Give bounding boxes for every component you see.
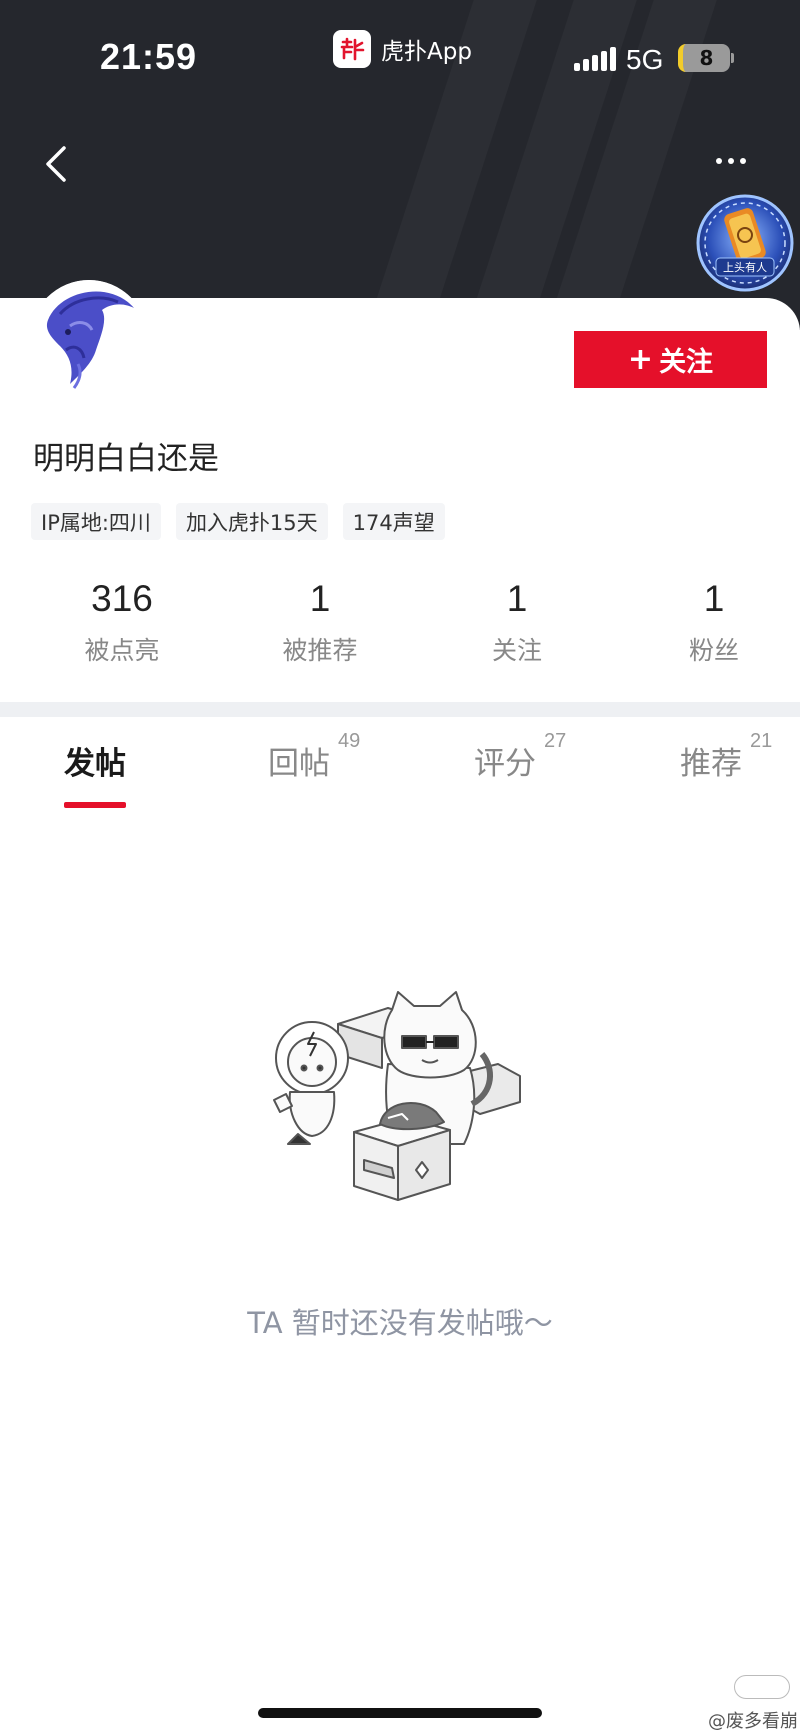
status-time: 21:59 [100,36,198,77]
tab-label: 评分 [474,746,536,782]
tab-label: 发帖 [64,746,126,782]
profile-stats: 316 被点亮 1 被推荐 1 关注 1 粉丝 [0,575,800,675]
tab-count: 27 [544,730,567,752]
medal-badge-icon: 上头有人 [696,194,794,292]
profile-tabs: 发帖 回帖 49 评分 27 推荐 21 [0,730,800,808]
active-tab-indicator [64,802,126,808]
stat-value: 1 [703,578,725,619]
tab-replies[interactable]: 回帖 49 [268,730,360,783]
stat-value: 316 [91,578,153,619]
username: 明明白白还是 [33,441,219,477]
profile-tags: IP属地:四川 加入虎扑15天 174声望 [31,503,445,540]
follow-button-label: 关注 [659,347,714,378]
chevron-left-icon [46,146,66,182]
hupu-logo-icon [333,30,371,68]
plus-icon: + [627,341,654,377]
join-days-tag: 加入虎扑15天 [175,503,328,540]
tab-ratings[interactable]: 评分 27 [474,730,566,783]
stat-lighted[interactable]: 316 被点亮 [42,575,202,667]
back-button[interactable] [36,142,80,186]
tab-count: 49 [338,730,361,752]
network-type: 5G [626,44,664,75]
avatar-image [30,280,148,398]
stat-label: 粉丝 [688,636,739,665]
tab-count: 21 [750,730,773,752]
empty-state-illustration [268,984,532,1224]
stat-following[interactable]: 1 关注 [437,575,597,667]
watermark-logo-icon [734,1675,790,1699]
app-indicator: 虎扑App [333,30,472,68]
more-horizontal-icon [716,158,722,164]
hupu-logo-glyph [340,37,365,61]
medal-badge[interactable]: 上头有人 [694,192,796,294]
stat-value: 1 [506,578,528,619]
medal-badge-text: 上头有人 [723,260,767,274]
reputation-tag: 174声望 [342,503,445,540]
stat-value: 1 [309,578,331,619]
tab-label: 回帖 [268,746,330,782]
battery-level: 8 [699,46,714,70]
stat-label: 关注 [491,636,542,665]
home-indicator[interactable] [258,1708,542,1718]
empty-state-message: TA 暂时还没有发帖哦～ [247,1306,553,1340]
battery-tip [731,53,734,63]
signal-icon [574,47,616,71]
follow-button[interactable]: + 关注 [574,331,767,388]
battery-icon: 8 [678,44,730,72]
avatar[interactable] [30,280,148,398]
section-divider [0,702,800,717]
tab-recommendations[interactable]: 推荐 21 [680,730,772,783]
stat-label: 被点亮 [84,636,160,665]
status-bar: 21:59 虎扑App 5G 8 [0,0,800,118]
watermark-text: @废多看崩 [708,1711,798,1732]
stat-recommended[interactable]: 1 被推荐 [240,575,400,667]
app-name: 虎扑App [381,39,472,65]
tab-label: 推荐 [680,746,742,782]
ip-location-tag: IP属地:四川 [31,503,161,540]
tab-posts[interactable]: 发帖 [64,738,126,783]
more-options-button[interactable] [716,146,766,176]
stat-followers[interactable]: 1 粉丝 [634,575,794,667]
stat-label: 被推荐 [282,636,358,665]
mascot-illustration [273,991,521,1201]
